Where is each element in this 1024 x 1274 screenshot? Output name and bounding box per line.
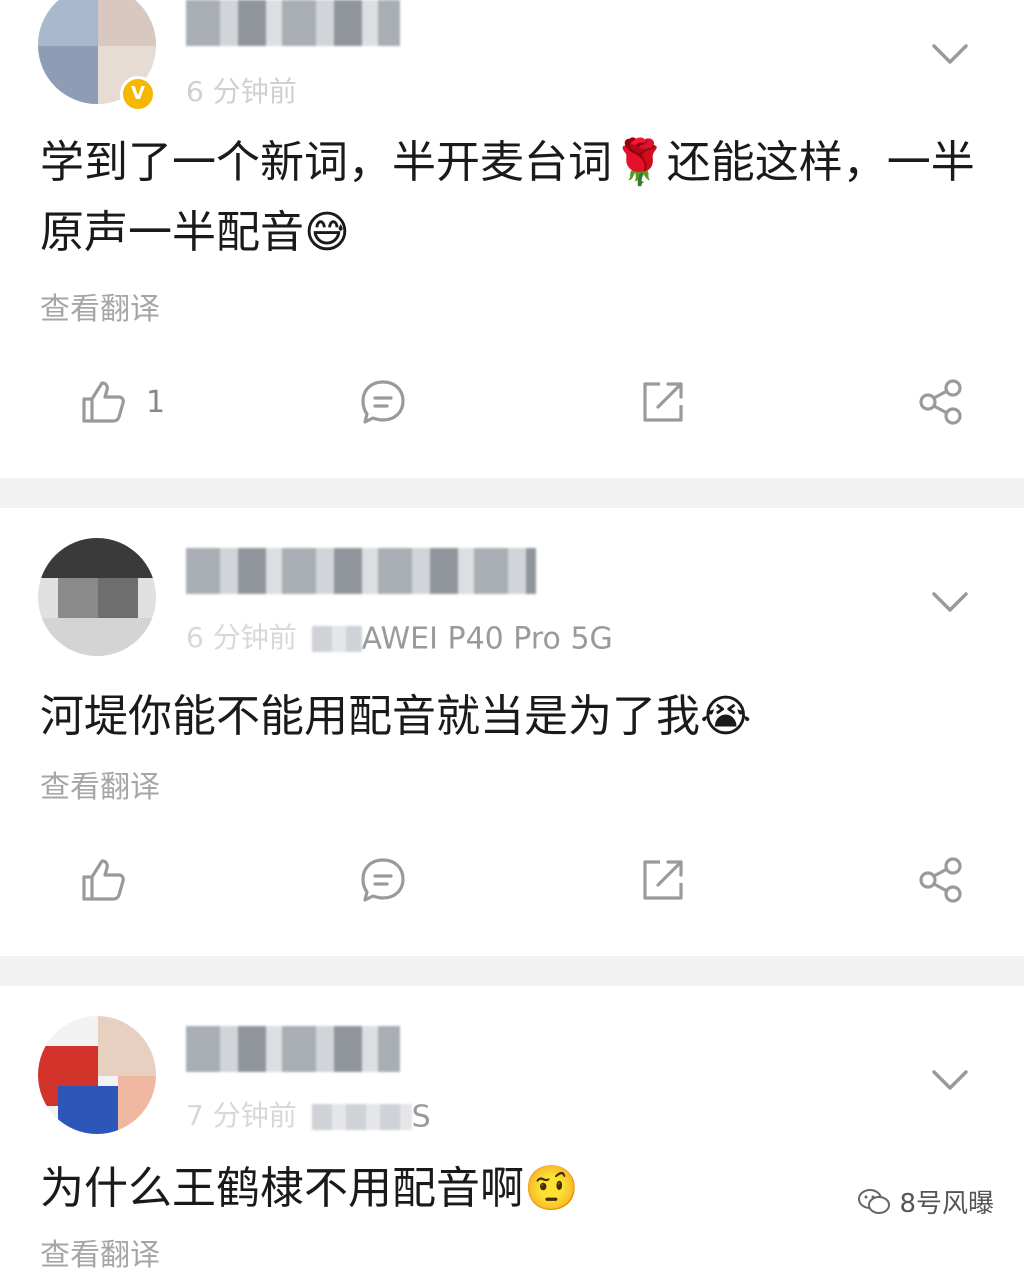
repost-icon bbox=[643, 860, 683, 900]
chevron-down-icon[interactable] bbox=[930, 1068, 970, 1092]
like-count: 1 bbox=[146, 384, 166, 420]
separator bbox=[0, 478, 1024, 508]
wechat-icon bbox=[858, 1188, 891, 1214]
device-blurred bbox=[311, 1104, 412, 1130]
comment-icon bbox=[361, 380, 405, 424]
like-icon bbox=[82, 381, 125, 423]
like-button[interactable] bbox=[78, 850, 128, 910]
translate-link[interactable]: 查看翻译 bbox=[40, 762, 160, 806]
share-button[interactable] bbox=[916, 850, 966, 910]
device-label: S bbox=[411, 1099, 431, 1135]
chevron-down-icon[interactable] bbox=[930, 42, 970, 66]
repost-icon bbox=[643, 382, 683, 422]
repost-button[interactable] bbox=[638, 850, 688, 910]
device-blurred bbox=[311, 626, 362, 652]
action-bar: 1 bbox=[0, 372, 1024, 432]
share-icon bbox=[919, 379, 962, 425]
comment-time: 6 分钟前 bbox=[186, 75, 297, 108]
comment-text: 为什么王鹤棣不用配音啊🤨 bbox=[40, 1163, 579, 1214]
reply-button[interactable] bbox=[358, 372, 408, 432]
translate-link[interactable]: 查看翻译 bbox=[40, 1230, 160, 1274]
chevron-down-icon[interactable] bbox=[930, 590, 970, 614]
username-blurred bbox=[186, 548, 536, 594]
verified-badge-icon: V bbox=[120, 76, 156, 112]
like-button[interactable]: 1 bbox=[78, 372, 165, 432]
comment-text: 学到了一个新词，半开麦台词🌹还能这样，一半原声一半配音😅 bbox=[40, 137, 975, 258]
translate-link[interactable]: 查看翻译 bbox=[40, 284, 160, 328]
avatar[interactable] bbox=[38, 538, 156, 656]
device-label: AWEI P40 Pro 5G bbox=[361, 621, 613, 657]
like-icon bbox=[82, 859, 125, 901]
comment-icon bbox=[361, 858, 405, 902]
repost-button[interactable] bbox=[638, 372, 688, 432]
action-bar bbox=[0, 850, 1024, 910]
avatar[interactable] bbox=[38, 1016, 156, 1134]
share-button[interactable] bbox=[916, 372, 966, 432]
watermark: 8号风曝 bbox=[857, 1183, 994, 1220]
separator bbox=[0, 956, 1024, 986]
username-blurred bbox=[186, 0, 400, 46]
share-icon bbox=[919, 857, 962, 903]
comment-card-2: 6 分钟前 AWEI P40 Pro 5G 河堤你能不能用配音就当是为了我😭 查… bbox=[0, 508, 1024, 956]
comment-meta: 6 分钟前 bbox=[186, 70, 297, 108]
comment-time: 6 分钟前 bbox=[186, 621, 297, 654]
comment-card-1: V 6 分钟前 学到了一个新词，半开麦台词🌹还能这样，一半原声一半配音😅 查看翻… bbox=[0, 0, 1024, 478]
comment-meta: 6 分钟前 AWEI P40 Pro 5G bbox=[186, 616, 613, 657]
watermark-label: 8号风曝 bbox=[899, 1189, 994, 1219]
reply-button[interactable] bbox=[358, 850, 408, 910]
comment-time: 7 分钟前 bbox=[186, 1099, 297, 1132]
comment-text: 河堤你能不能用配音就当是为了我😭 bbox=[40, 691, 752, 742]
username-blurred bbox=[186, 1026, 400, 1072]
comment-meta: 7 分钟前 S bbox=[186, 1094, 431, 1135]
